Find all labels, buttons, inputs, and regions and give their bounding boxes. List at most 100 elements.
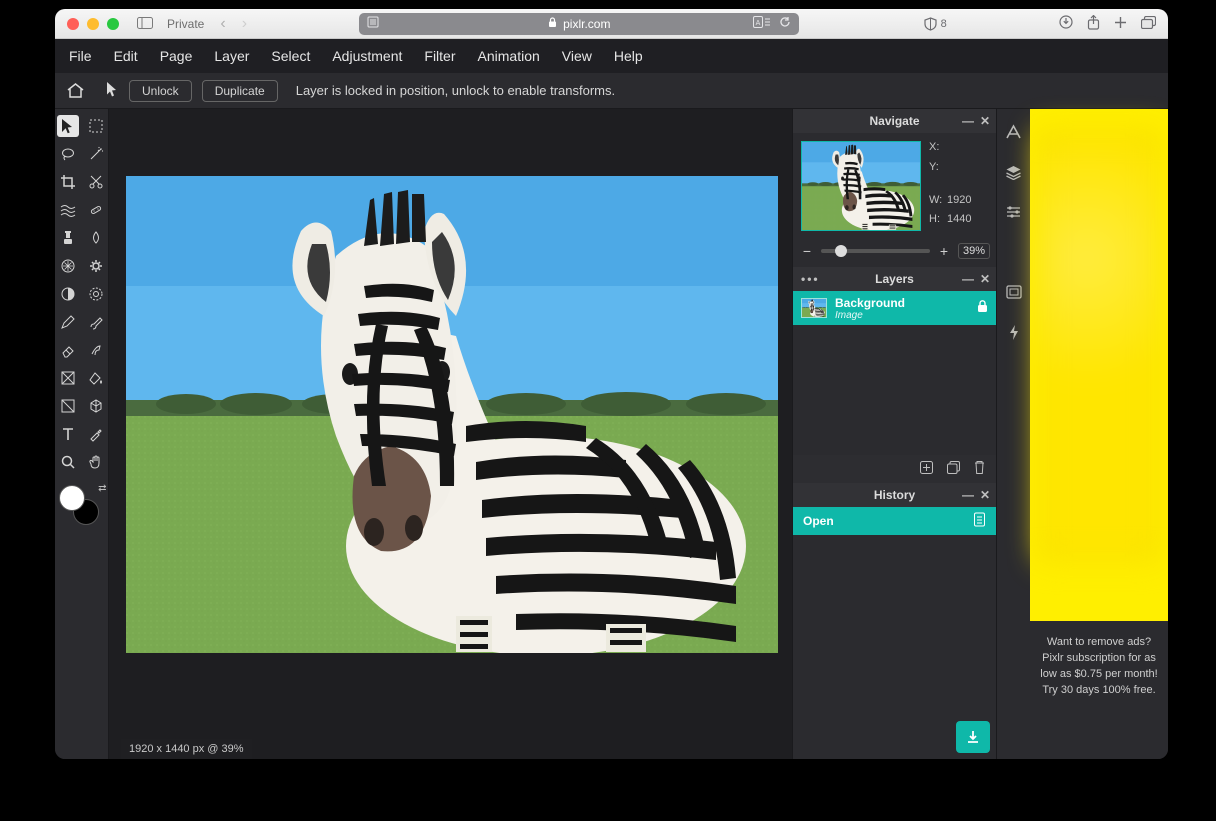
zoom-slider[interactable] (821, 249, 930, 253)
site-settings-icon[interactable] (367, 16, 379, 31)
tool-eyedropper[interactable] (85, 423, 107, 445)
zoom-out-button[interactable]: − (799, 243, 815, 259)
zoom-controls: − + 39% (793, 239, 996, 267)
close-icon[interactable]: ✕ (980, 488, 990, 502)
window-zoom-button[interactable] (107, 18, 119, 30)
nav-w-value: 1920 (947, 194, 971, 212)
minimize-icon[interactable]: — (962, 488, 974, 502)
tool-pixelate[interactable] (57, 255, 79, 277)
window-close-button[interactable] (67, 18, 79, 30)
duplicate-button[interactable]: Duplicate (202, 80, 278, 102)
tool-zoom[interactable] (57, 451, 79, 473)
tool-cut[interactable] (85, 171, 107, 193)
tool-liquify[interactable] (57, 199, 79, 221)
ad-promo-text: Want to remove ads? Pixlr subscription f… (1030, 621, 1168, 759)
tool-transform3d[interactable] (85, 395, 107, 417)
layer-row[interactable]: Background Image (793, 291, 996, 325)
tool-lasso[interactable] (57, 143, 79, 165)
home-icon[interactable] (65, 81, 85, 101)
tool-clone[interactable] (57, 227, 79, 249)
navigate-panel-header[interactable]: Navigate — ✕ (793, 109, 996, 133)
reload-icon[interactable] (779, 16, 791, 31)
back-button[interactable]: ‹ (220, 15, 225, 33)
history-panel-header[interactable]: History —✕ (793, 483, 996, 507)
navigate-title: Navigate (869, 114, 919, 128)
reader-icon[interactable]: A (753, 16, 771, 31)
share-icon[interactable] (1087, 15, 1100, 33)
tab-frame-icon[interactable] (1005, 283, 1023, 301)
layers-panel-header[interactable]: ••• Layers —✕ (793, 267, 996, 291)
menu-help[interactable]: Help (614, 48, 643, 64)
download-button[interactable] (956, 721, 990, 753)
menu-layer[interactable]: Layer (214, 48, 249, 64)
menu-file[interactable]: File (69, 48, 92, 64)
minimize-icon[interactable]: — (962, 272, 974, 286)
pointer-icon[interactable] (105, 81, 119, 100)
tab-text-icon[interactable] (1005, 123, 1023, 141)
tool-fill[interactable] (85, 367, 107, 389)
sidebar-toggle-icon[interactable] (137, 16, 153, 32)
ad-banner[interactable] (1030, 109, 1168, 621)
swap-colors-icon[interactable]: ⇄ (98, 483, 106, 494)
tracker-shield[interactable]: 8 (924, 17, 947, 31)
tool-pen[interactable] (57, 311, 79, 333)
nav-h-label: H: (929, 213, 947, 231)
tool-contrast[interactable] (57, 283, 79, 305)
downloads-icon[interactable] (1059, 15, 1073, 32)
panel-menu-icon[interactable]: ••• (801, 272, 820, 286)
tab-layers-icon[interactable] (1005, 163, 1023, 181)
lock-icon[interactable] (977, 300, 988, 316)
tool-eraser[interactable] (57, 339, 79, 361)
close-icon[interactable]: ✕ (980, 114, 990, 128)
tool-hand[interactable] (85, 451, 107, 473)
new-tab-icon[interactable] (1114, 16, 1127, 32)
layer-thumbnail[interactable] (801, 298, 827, 318)
minimize-icon[interactable]: — (962, 114, 974, 128)
tool-gradient[interactable] (57, 367, 79, 389)
menu-adjustment[interactable]: Adjustment (332, 48, 402, 64)
color-swatches[interactable]: ⇄ (57, 483, 107, 527)
tab-bolt-icon[interactable] (1005, 323, 1023, 341)
unlock-button[interactable]: Unlock (129, 80, 192, 102)
nav-w-label: W: (929, 194, 947, 212)
forward-button[interactable]: › (242, 15, 247, 33)
tool-marquee[interactable] (85, 115, 107, 137)
menu-edit[interactable]: Edit (114, 48, 138, 64)
menu-view[interactable]: View (562, 48, 592, 64)
canvas-image[interactable] (126, 176, 778, 653)
tool-smudge[interactable] (85, 339, 107, 361)
history-item[interactable]: Open (793, 507, 996, 535)
tabs-icon[interactable] (1141, 16, 1156, 32)
foreground-swatch[interactable] (59, 485, 85, 511)
tool-focus[interactable] (85, 283, 107, 305)
navigate-thumbnail[interactable] (801, 141, 921, 231)
duplicate-layer-icon[interactable] (946, 460, 961, 478)
tool-heal[interactable] (85, 199, 107, 221)
canvas-area[interactable]: 1920 x 1440 px @ 39% (109, 109, 792, 759)
tool-text[interactable] (57, 423, 79, 445)
add-layer-icon[interactable] (919, 460, 934, 478)
tool-blur[interactable] (85, 227, 107, 249)
menu-select[interactable]: Select (271, 48, 310, 64)
zoom-in-button[interactable]: + (936, 243, 952, 259)
window-minimize-button[interactable] (87, 18, 99, 30)
browser-window: Private ‹ › pixlr.com A 8 (55, 9, 1168, 759)
menu-filter[interactable]: Filter (424, 48, 455, 64)
menu-page[interactable]: Page (160, 48, 193, 64)
delete-layer-icon[interactable] (973, 460, 986, 478)
tool-crop[interactable] (57, 171, 79, 193)
titlebar: Private ‹ › pixlr.com A 8 (55, 9, 1168, 39)
zoom-value[interactable]: 39% (958, 243, 990, 259)
url-bar[interactable]: pixlr.com A (359, 13, 799, 35)
close-icon[interactable]: ✕ (980, 272, 990, 286)
tool-wand[interactable] (85, 143, 107, 165)
tool-brush[interactable] (85, 311, 107, 333)
tool-disperse[interactable] (85, 255, 107, 277)
status-bar: 1920 x 1440 px @ 39% (121, 739, 252, 759)
tool-shape[interactable] (57, 395, 79, 417)
app-body: ⇄ 1920 x 1440 px @ 39% Navigate — ✕ (55, 109, 1168, 759)
tab-adjust-icon[interactable] (1005, 203, 1023, 221)
menu-animation[interactable]: Animation (478, 48, 540, 64)
tool-arrow[interactable] (57, 115, 79, 137)
history-snapshot-icon[interactable] (973, 512, 986, 530)
